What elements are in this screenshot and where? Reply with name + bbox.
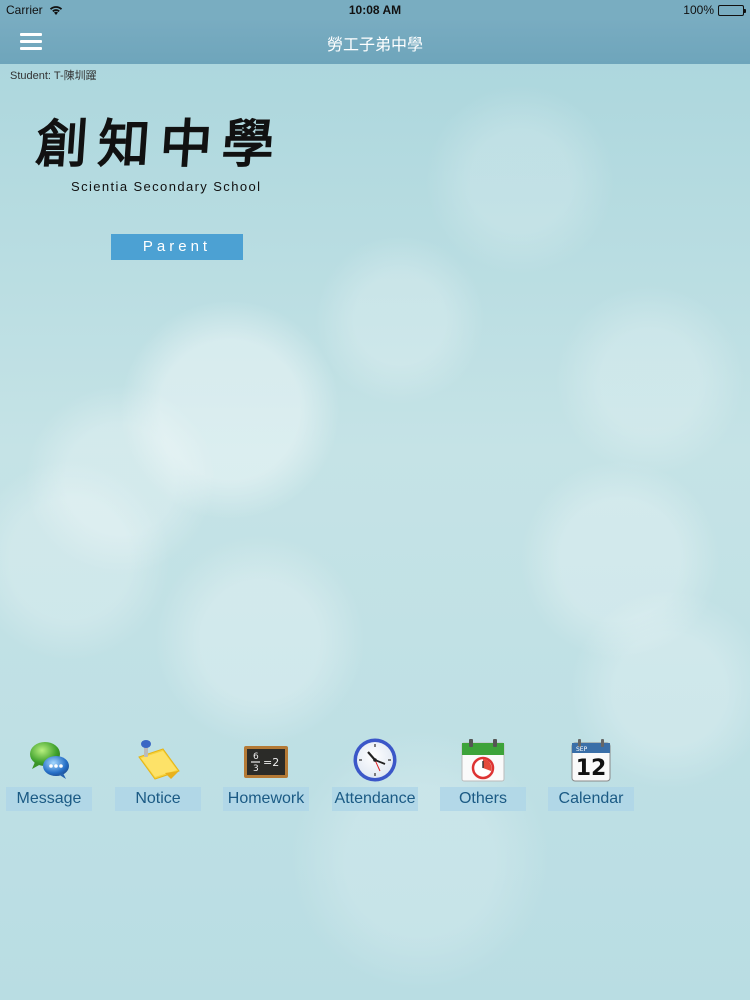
school-logo-chinese: 創知中學 [33,114,287,175]
calendar-icon: SEP 12 [568,737,614,783]
chalkboard-result: =2 [263,756,279,769]
menu-label: Message [6,787,92,811]
page-title: 勞工子弟中學 [326,37,423,54]
chalkboard-fraction-bottom: 3 [253,764,259,774]
calendar-month-text: SEP [576,746,588,753]
menu-item-attendance[interactable]: Attendance [330,735,420,815]
menu-item-calendar[interactable]: SEP 12 Calendar [546,735,636,815]
chalkboard-fraction-top: 6 [253,752,259,762]
menu-label: Attendance [332,787,418,811]
menu-label: Homework [223,787,309,811]
clock-icon [352,737,398,783]
menu-label: Notice [115,787,201,811]
calendar-day-text: 12 [576,756,607,781]
status-right: 100% [683,3,746,17]
menu-item-message[interactable]: Message [4,735,94,815]
student-label: Student: T-陳圳躍 [10,70,97,82]
main-menu: Message Notice 6 3 =2 Homework Attendanc… [0,735,750,815]
status-bar: Carrier 10:08 AM 100% [0,0,750,20]
chat-bubbles-icon [26,737,72,783]
menu-item-notice[interactable]: Notice [113,735,203,815]
sticky-note-icon [135,737,181,783]
menu-label: Others [440,787,526,811]
school-logo-english: Scientia Secondary School [71,179,262,194]
menu-item-others[interactable]: Others [438,735,528,815]
battery-percent: 100% [683,3,714,17]
chalkboard-icon: 6 3 =2 [243,737,289,783]
navigation-bar: 勞工子弟中學 [0,20,750,64]
school-logo: 創知中學 Scientia Secondary School [33,114,316,194]
battery-icon [718,4,746,16]
status-time: 10:08 AM [348,3,402,17]
parent-role-button[interactable]: Parent [111,234,243,260]
menu-item-homework[interactable]: 6 3 =2 Homework [221,735,311,815]
menu-label: Calendar [548,787,634,811]
calendar-clock-icon [460,737,506,783]
